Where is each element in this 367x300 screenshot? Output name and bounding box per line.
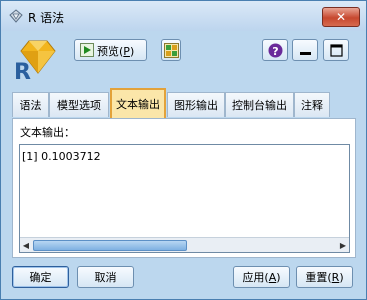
scrollbar-thumb[interactable] bbox=[33, 240, 187, 251]
diamond-logo-icon bbox=[9, 9, 23, 23]
help-icon: ? bbox=[268, 43, 283, 58]
preview-label-prefix: 预览( bbox=[97, 45, 124, 58]
preview-button[interactable]: 预览(P) bbox=[74, 39, 147, 61]
tab-annotations[interactable]: 注释 bbox=[294, 92, 330, 117]
reset-label-prefix: 重置( bbox=[305, 271, 332, 284]
minimize-button[interactable] bbox=[292, 39, 318, 61]
apply-label-suffix: ) bbox=[276, 271, 281, 284]
apply-label-prefix: 应用( bbox=[242, 271, 269, 284]
apply-label: 应用(A) bbox=[242, 269, 280, 285]
title-bar[interactable]: R 语法 ✕ bbox=[1, 1, 366, 31]
close-button[interactable]: ✕ bbox=[322, 7, 360, 27]
tab-text-output[interactable]: 文本输出 bbox=[110, 88, 166, 118]
cancel-button[interactable]: 取消 bbox=[77, 266, 134, 288]
toolbar: R 预览(P) ? bbox=[1, 31, 366, 86]
tab-model-options[interactable]: 模型选项 bbox=[49, 92, 109, 117]
tab-label: 文本输出 bbox=[116, 98, 160, 111]
ok-label: 确定 bbox=[29, 271, 52, 284]
text-output-panel: 文本输出： [1] 0.1003712 ◀ ▶ bbox=[12, 118, 356, 258]
tab-graph-output[interactable]: 图形输出 bbox=[167, 92, 225, 117]
tab-label: 语法 bbox=[19, 99, 42, 112]
play-icon bbox=[80, 43, 94, 57]
reset-button[interactable]: 重置(R) bbox=[296, 266, 353, 288]
tab-console-output[interactable]: 控制台输出 bbox=[225, 92, 294, 117]
horizontal-scrollbar[interactable]: ◀ ▶ bbox=[20, 237, 349, 252]
preview-label-key: P bbox=[123, 45, 130, 58]
r-syntax-dialog: R 语法 ✕ R 预览(P) ? 语法 模型选项 文本输出 图形输出 控制台输出… bbox=[0, 0, 367, 300]
text-output-area[interactable]: [1] 0.1003712 ◀ ▶ bbox=[19, 144, 350, 253]
reset-label: 重置(R) bbox=[305, 269, 343, 285]
ok-button[interactable]: 确定 bbox=[12, 266, 69, 288]
tab-label: 图形输出 bbox=[174, 99, 218, 112]
maximize-button[interactable] bbox=[323, 39, 349, 61]
scroll-left-icon[interactable]: ◀ bbox=[20, 239, 32, 251]
minimize-icon bbox=[300, 52, 311, 55]
tab-label: 注释 bbox=[301, 99, 323, 112]
reset-label-suffix: ) bbox=[339, 271, 344, 284]
maximize-icon bbox=[330, 44, 343, 57]
scroll-right-icon[interactable]: ▶ bbox=[337, 239, 349, 251]
panel-label: 文本输出： bbox=[20, 126, 75, 139]
tab-strip: 语法 模型选项 文本输出 图形输出 控制台输出 注释 bbox=[12, 88, 356, 118]
logo-letter: R bbox=[14, 60, 31, 81]
r-node-logo-icon: R bbox=[14, 40, 56, 81]
tab-syntax[interactable]: 语法 bbox=[12, 92, 49, 117]
help-button[interactable]: ? bbox=[262, 39, 288, 61]
apply-button[interactable]: 应用(A) bbox=[233, 266, 290, 288]
cancel-label: 取消 bbox=[94, 271, 117, 284]
preview-label-suffix: ) bbox=[129, 45, 135, 58]
model-grid-icon bbox=[164, 43, 179, 58]
tab-label: 控制台输出 bbox=[232, 99, 287, 112]
window-title: R 语法 bbox=[28, 11, 65, 25]
generate-model-button[interactable] bbox=[161, 39, 181, 61]
help-glyph: ? bbox=[272, 45, 278, 58]
output-text: [1] 0.1003712 bbox=[22, 150, 101, 163]
tab-label: 模型选项 bbox=[57, 99, 101, 112]
close-icon: ✕ bbox=[335, 10, 347, 24]
